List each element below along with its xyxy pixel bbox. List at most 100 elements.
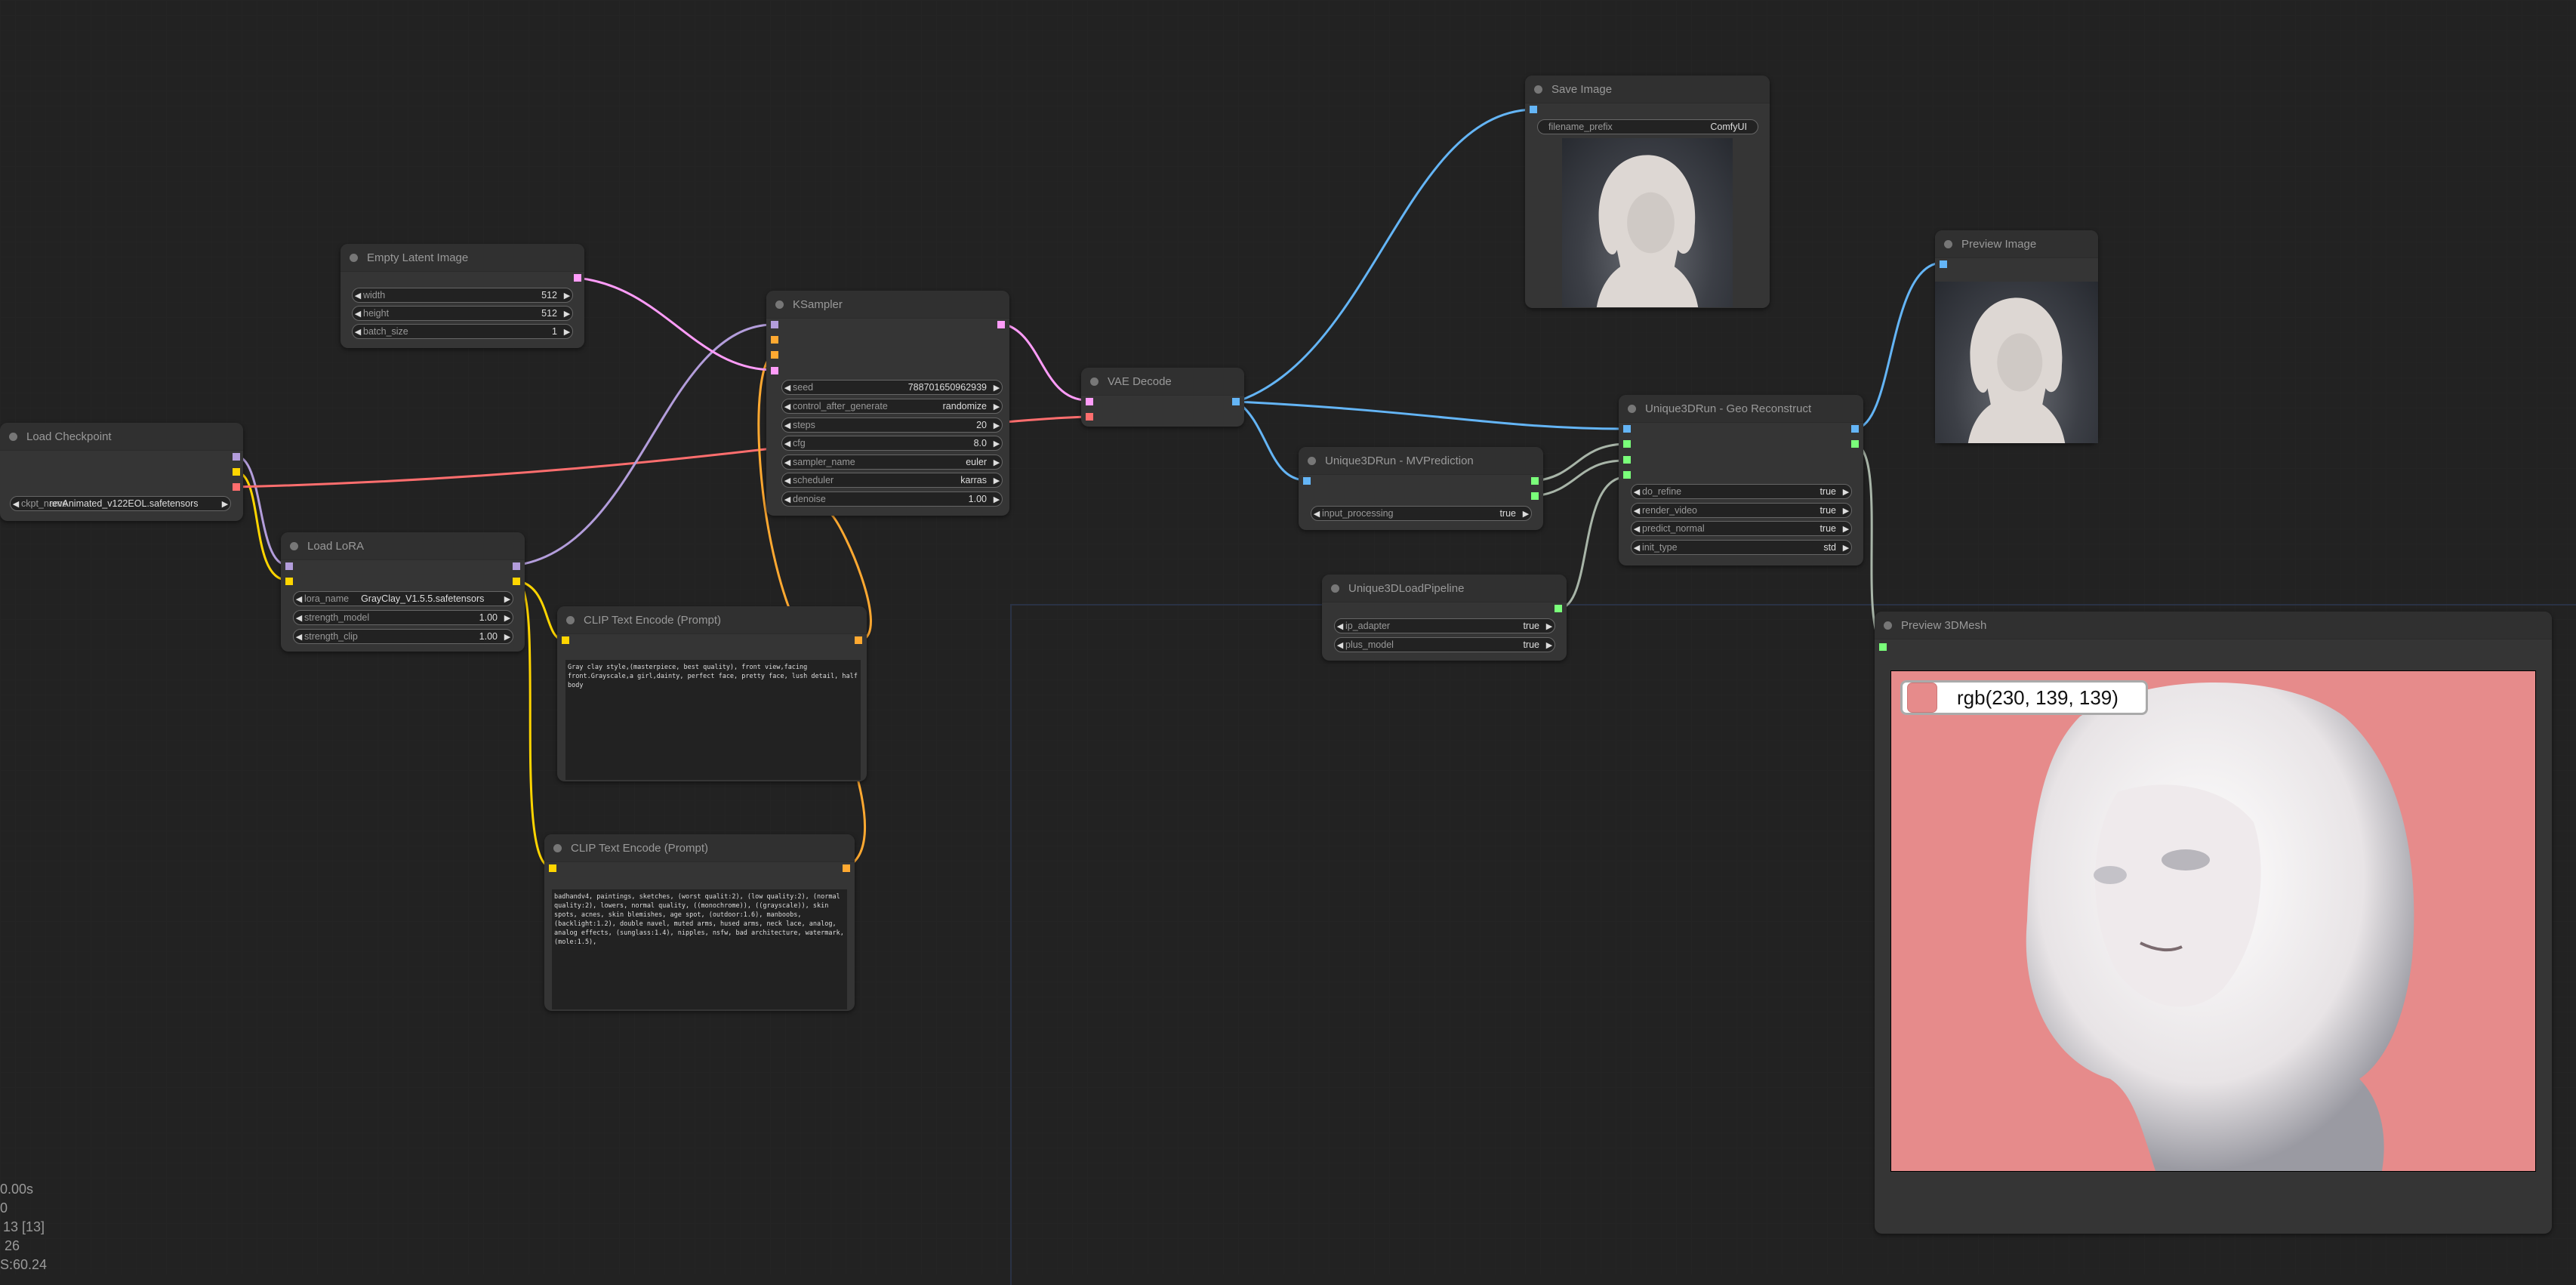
widget-scheduler[interactable]: ◀ scheduler karras ▶ [781, 473, 1003, 488]
decrement-arrow-icon[interactable]: ◀ [294, 632, 304, 642]
decrement-arrow-icon[interactable]: ◀ [11, 499, 21, 509]
node-vae-decode[interactable]: VAE Decode [1081, 368, 1244, 427]
increment-arrow-icon[interactable]: ▶ [562, 327, 572, 337]
widget-batch-size[interactable]: ◀ batch_size 1 ▶ [352, 324, 573, 339]
node-title[interactable]: Preview Image [1935, 230, 2098, 258]
widget-render-video[interactable]: ◀ render_video true ▶ [1631, 503, 1852, 518]
node-title[interactable]: Preview 3DMesh [1875, 612, 2552, 639]
input-slot-clip[interactable] [549, 864, 556, 872]
node-title[interactable]: Load Checkpoint [0, 423, 243, 451]
input-slot-clip[interactable] [285, 578, 293, 585]
decrement-arrow-icon[interactable]: ◀ [1632, 524, 1642, 534]
increment-arrow-icon[interactable]: ▶ [1841, 487, 1851, 497]
input-slot-vae[interactable] [1086, 413, 1093, 421]
widget-width[interactable]: ◀ width 512 ▶ [352, 288, 573, 303]
3d-mesh-viewport[interactable]: rgb(230, 139, 139) [1890, 670, 2536, 1172]
output-slot-1[interactable] [1531, 477, 1539, 485]
decrement-arrow-icon[interactable]: ◀ [782, 439, 793, 448]
collapse-dot-icon[interactable] [1628, 404, 1636, 413]
widget-ip-adapter[interactable]: ◀ ip_adapter true ▶ [1334, 618, 1555, 633]
collapse-dot-icon[interactable] [1331, 584, 1339, 593]
increment-arrow-icon[interactable]: ▶ [1841, 524, 1851, 534]
widget-input-processing[interactable]: ◀ input_processing true ▶ [1311, 506, 1532, 521]
input-slot-samples[interactable] [1086, 398, 1093, 405]
widget-seed[interactable]: ◀ seed 788701650962939 ▶ [781, 380, 1003, 395]
widget-sampler-name[interactable]: ◀ sampler_name euler ▶ [781, 455, 1003, 470]
prompt-textarea[interactable]: Gray clay style,(masterpiece, best quali… [565, 660, 861, 780]
collapse-dot-icon[interactable] [290, 541, 298, 550]
output-image-preview[interactable] [1935, 282, 2098, 443]
output-slot-2[interactable] [1531, 492, 1539, 500]
decrement-arrow-icon[interactable]: ◀ [353, 291, 363, 300]
node-title[interactable]: Unique3DLoadPipeline [1322, 575, 1567, 602]
decrement-arrow-icon[interactable]: ◀ [294, 594, 304, 604]
output-slot-vae[interactable] [233, 483, 240, 491]
node-unique3d-mvprediction[interactable]: Unique3DRun - MVPrediction ◀ input_proces… [1299, 447, 1543, 530]
decrement-arrow-icon[interactable]: ◀ [782, 495, 793, 504]
increment-arrow-icon[interactable]: ▶ [562, 309, 572, 319]
decrement-arrow-icon[interactable]: ◀ [1632, 506, 1642, 516]
increment-arrow-icon[interactable]: ▶ [220, 499, 230, 509]
node-title[interactable]: Empty Latent Image [340, 244, 584, 272]
input-slot-negative[interactable] [771, 351, 778, 359]
increment-arrow-icon[interactable]: ▶ [1544, 640, 1555, 650]
decrement-arrow-icon[interactable]: ◀ [782, 402, 793, 411]
node-empty-latent-image[interactable]: Empty Latent Image ◀ width 512 ▶ ◀ height 512… [340, 244, 584, 348]
increment-arrow-icon[interactable]: ▶ [991, 439, 1002, 448]
widget-do-refine[interactable]: ◀ do_refine true ▶ [1631, 484, 1852, 499]
decrement-arrow-icon[interactable]: ◀ [1311, 509, 1322, 519]
increment-arrow-icon[interactable]: ▶ [991, 495, 1002, 504]
input-slot-images[interactable] [1940, 260, 1947, 268]
output-slot-image[interactable] [1232, 398, 1240, 405]
widget-strength-model[interactable]: ◀ strength_model 1.00 ▶ [293, 610, 513, 625]
prompt-textarea[interactable]: badhandv4, paintings, sketches, (worst q… [552, 889, 847, 1009]
output-slot-clip[interactable] [233, 468, 240, 476]
decrement-arrow-icon[interactable]: ◀ [782, 421, 793, 430]
increment-arrow-icon[interactable]: ▶ [1841, 543, 1851, 553]
collapse-dot-icon[interactable] [775, 300, 784, 309]
input-slot-image[interactable] [1303, 477, 1311, 485]
collapse-dot-icon[interactable] [1884, 621, 1892, 630]
node-clip-text-encode-negative[interactable]: CLIP Text Encode (Prompt) badhandv4, pai… [544, 834, 855, 1011]
node-title[interactable]: CLIP Text Encode (Prompt) [544, 834, 855, 862]
widget-plus-model[interactable]: ◀ plus_model true ▶ [1334, 637, 1555, 652]
node-title[interactable]: Unique3DRun - Geo Reconstruct [1619, 395, 1863, 423]
collapse-dot-icon[interactable] [1308, 456, 1316, 465]
decrement-arrow-icon[interactable]: ◀ [1335, 640, 1345, 650]
widget-steps[interactable]: ◀ steps 20 ▶ [781, 418, 1003, 433]
widget-denoise[interactable]: ◀ denoise 1.00 ▶ [781, 492, 1003, 507]
node-title[interactable]: Save Image [1525, 75, 1770, 103]
increment-arrow-icon[interactable]: ▶ [502, 613, 513, 623]
increment-arrow-icon[interactable]: ▶ [1544, 621, 1555, 631]
output-image-preview[interactable] [1562, 138, 1733, 307]
collapse-dot-icon[interactable] [553, 843, 562, 852]
output-slot-image[interactable] [1851, 425, 1859, 433]
node-title[interactable]: CLIP Text Encode (Prompt) [557, 606, 867, 634]
input-slot-mv-1[interactable] [1623, 440, 1631, 448]
node-title[interactable]: KSampler [766, 291, 1009, 319]
increment-arrow-icon[interactable]: ▶ [991, 421, 1002, 430]
increment-arrow-icon[interactable]: ▶ [991, 476, 1002, 485]
increment-arrow-icon[interactable]: ▶ [1841, 506, 1851, 516]
node-clip-text-encode-positive[interactable]: CLIP Text Encode (Prompt) Gray clay styl… [557, 606, 867, 781]
output-slot-pipeline[interactable] [1555, 605, 1562, 612]
output-slot-conditioning[interactable] [855, 636, 862, 644]
output-slot-conditioning[interactable] [843, 864, 850, 872]
decrement-arrow-icon[interactable]: ◀ [294, 613, 304, 623]
node-ksampler[interactable]: KSampler ◀ seed 788701650962939 ▶ ◀ control_… [766, 291, 1009, 516]
increment-arrow-icon[interactable]: ▶ [502, 632, 513, 642]
node-unique3d-load-pipeline[interactable]: Unique3DLoadPipeline ◀ ip_adapter true ▶ ◀ p… [1322, 575, 1567, 661]
increment-arrow-icon[interactable]: ▶ [1521, 509, 1531, 519]
decrement-arrow-icon[interactable]: ◀ [1335, 621, 1345, 631]
input-slot-clip[interactable] [562, 636, 569, 644]
collapse-dot-icon[interactable] [350, 253, 358, 262]
decrement-arrow-icon[interactable]: ◀ [782, 476, 793, 485]
output-slot-mesh[interactable] [1851, 440, 1859, 448]
node-load-checkpoint[interactable]: Load Checkpoint ◀ ckpt_name revAnimated_… [0, 423, 243, 521]
node-title[interactable]: Unique3DRun - MVPrediction [1299, 447, 1543, 475]
input-slot-model[interactable] [771, 321, 778, 328]
widget-init-type[interactable]: ◀ init_type std ▶ [1631, 540, 1852, 555]
increment-arrow-icon[interactable]: ▶ [991, 383, 1002, 393]
collapse-dot-icon[interactable] [1944, 239, 1952, 248]
node-preview-image[interactable]: Preview Image [1935, 230, 2098, 443]
